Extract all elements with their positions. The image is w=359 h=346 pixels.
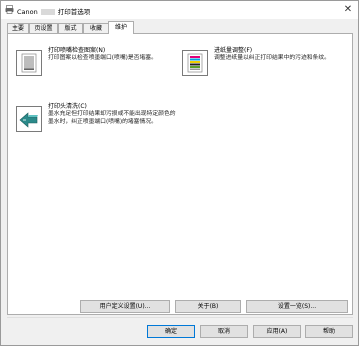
window-title: Canon 打印首选项: [17, 6, 90, 16]
print-head-cleaning-title[interactable]: 打印头清洗(C): [48, 101, 87, 110]
printing-preferences-dialog: Canon 打印首选项 ✕ 主要 页设置 版式 收藏 维护 打印喷嘴检查图案(N)…: [0, 0, 359, 346]
print-head-cleaning-description-line-1: 墨水充足但打印结果却污损或不能出现特定颜色的: [48, 111, 176, 117]
paper-feed-adjustment-icon: [187, 53, 203, 73]
settings-at-once-button[interactable]: 设置一览(S)...: [246, 300, 348, 313]
print-head-cleaning-button[interactable]: [16, 106, 42, 132]
window-title-text: 打印首选项: [57, 8, 91, 16]
paper-feed-adjustment-title[interactable]: 进纸量调整(F): [214, 45, 252, 54]
custom-settings-button[interactable]: 用户定义设置(U)...: [80, 300, 170, 313]
paper-feed-adjustment-description: 调整进纸量以纠正打印结果中的污迹和条纹。: [214, 55, 330, 61]
print-head-cleaning-description-line-2: 墨水时，纠正喷墨端口(喷嘴)的堵塞情况。: [48, 119, 157, 125]
title-bar: Canon 打印首选项 ✕: [1, 1, 358, 19]
printer-icon: [5, 5, 14, 14]
tab-maintenance[interactable]: 维护: [108, 21, 134, 34]
nozzle-check-button[interactable]: [16, 50, 42, 76]
footer-divider: [7, 317, 353, 318]
redacted-model-name: [40, 9, 55, 15]
ok-button[interactable]: 确定: [147, 325, 195, 338]
nozzle-check-icon: [21, 53, 37, 73]
paper-feed-adjustment-button[interactable]: [182, 50, 208, 76]
about-button[interactable]: 关于(B): [175, 300, 241, 313]
maintenance-panel: 打印喷嘴检查图案(N) 打印图案以检查喷墨端口(喷嘴)是否堵塞。 进纸量调整(F…: [7, 33, 353, 315]
help-button[interactable]: 帮助: [305, 325, 353, 338]
print-head-cleaning-description: 墨水充足但打印结果却污损或不能出现特定颜色的 墨水时，纠正喷墨端口(喷嘴)的堵塞…: [48, 110, 198, 126]
close-button[interactable]: ✕: [341, 3, 355, 17]
window-title-brand: Canon: [17, 8, 38, 16]
apply-button[interactable]: 应用(A): [253, 325, 301, 338]
print-head-cleaning-icon: [19, 112, 38, 128]
nozzle-check-description: 打印图案以检查喷墨端口(喷嘴)是否堵塞。: [48, 55, 157, 61]
cancel-button[interactable]: 取消: [200, 325, 248, 338]
nozzle-check-title[interactable]: 打印喷嘴检查图案(N): [48, 45, 105, 54]
